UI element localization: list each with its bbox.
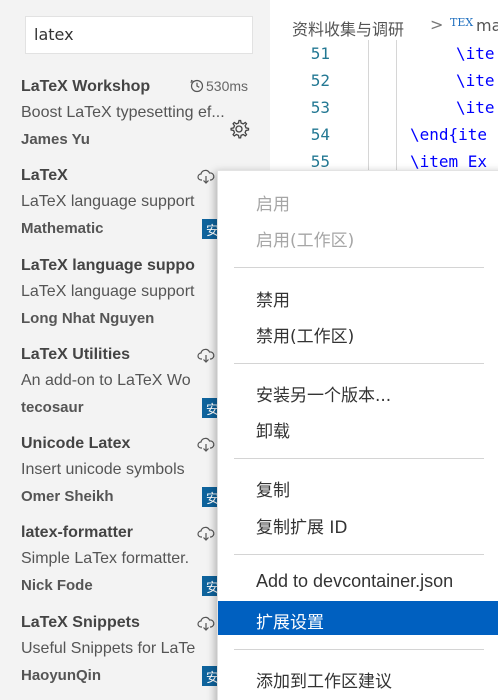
extension-author: Long Nhat Nguyen [21, 310, 155, 327]
menu-separator [234, 363, 484, 364]
extension-description: An add-on to LaTeX Wo [21, 372, 191, 389]
menu-item-disable[interactable]: 禁用 [218, 279, 498, 313]
menu-item-enable-workspace[interactable]: 启用(工作区) [218, 219, 498, 253]
menu-separator [234, 458, 484, 459]
extension-search-input[interactable]: latex [25, 16, 253, 54]
gear-icon[interactable] [228, 118, 250, 140]
menu-separator [234, 649, 484, 650]
code-line: 53 \ite [270, 98, 498, 125]
menu-item-uninstall[interactable]: 卸载 [218, 410, 498, 444]
extension-description: Insert unicode symbols [21, 461, 185, 478]
menu-item-copy-extension-id[interactable]: 复制扩展 ID [218, 506, 498, 540]
line-number: 53 [310, 98, 330, 117]
search-input-value: latex [34, 25, 74, 44]
line-number: 55 [310, 152, 330, 171]
menu-item-label: 启用 [256, 195, 290, 215]
extension-name: LaTeX language suppo [21, 257, 195, 274]
code-text: \ite [456, 98, 495, 117]
extension-author: James Yu [21, 131, 90, 148]
menu-item-extension-settings[interactable]: 扩展设置 [218, 601, 498, 635]
tex-file-icon: TEX [450, 16, 474, 29]
extension-name: LaTeX Utilities [21, 346, 131, 363]
extension-author: Nick Fode [21, 577, 93, 594]
extension-name: LaTeX Workshop [21, 78, 151, 95]
menu-item-label: Add to devcontainer.json [256, 571, 454, 591]
menu-item-copy[interactable]: 复制 [218, 469, 498, 503]
extension-name: LaTeX Snippets [21, 614, 140, 631]
extension-context-menu: 启用 启用(工作区) 禁用 禁用(工作区) 安装另一个版本... 卸载 复制 复… [217, 170, 498, 700]
menu-item-label: 禁用(工作区) [256, 327, 355, 347]
code-line: 52 \ite [270, 71, 498, 98]
code-text: \end{ite [410, 125, 488, 144]
extension-item-latex-workshop[interactable]: LaTeX Workshop 530ms Boost LaTeX typeset… [0, 78, 270, 167]
cloud-download-icon [197, 348, 215, 363]
line-number: 54 [310, 125, 330, 144]
menu-item-label: 启用(工作区) [256, 231, 355, 251]
menu-item-label: 复制 [256, 481, 290, 501]
extension-author: tecosaur [21, 399, 84, 416]
line-number: 51 [310, 44, 330, 63]
menu-item-install-another-version[interactable]: 安装另一个版本... [218, 374, 498, 408]
cloud-download-icon [197, 437, 215, 452]
menu-item-label: 添加到工作区建议 [256, 672, 392, 692]
activation-time: 530ms [190, 78, 248, 94]
cloud-download-icon [197, 616, 215, 631]
menu-item-label: 安装另一个版本... [256, 386, 392, 406]
menu-item-label: 扩展设置 [256, 613, 324, 633]
activation-time-value: 530ms [206, 78, 249, 94]
cloud-download-icon [197, 526, 215, 541]
code-text: \ite [456, 71, 495, 90]
menu-separator [234, 554, 484, 555]
menu-item-label: 复制扩展 ID [256, 518, 348, 538]
code-text: \ite [456, 44, 495, 63]
menu-item-disable-workspace[interactable]: 禁用(工作区) [218, 315, 498, 349]
extension-name: latex-formatter [21, 524, 134, 541]
extension-description: LaTeX language support [21, 193, 195, 210]
extension-author: HaoyunQin [21, 667, 102, 684]
menu-item-label: 禁用 [256, 291, 290, 311]
extension-description: Boost LaTeX typesetting ef... [21, 104, 225, 121]
menu-item-label: 卸载 [256, 422, 290, 442]
extension-name: LaTeX [21, 167, 68, 184]
extension-description: Simple LaTex formatter. [21, 550, 190, 567]
breadcrumb-folder[interactable]: 资料收集与调研 [292, 16, 404, 40]
code-text: \item Ex [410, 152, 488, 171]
extension-description: Useful Snippets for LaTe [21, 640, 196, 657]
menu-item-add-to-workspace-recommendations[interactable]: 添加到工作区建议 [218, 660, 498, 694]
extension-description: LaTeX language support [21, 283, 195, 300]
code-line: 51 \ite [270, 44, 498, 71]
menu-item-add-to-devcontainer[interactable]: Add to devcontainer.json [218, 565, 498, 599]
breadcrumb-file[interactable]: ma [476, 16, 498, 35]
extension-author: Mathematic [21, 220, 104, 237]
line-number: 52 [310, 71, 330, 90]
extension-name: Unicode Latex [21, 435, 131, 452]
clock-icon [190, 79, 204, 93]
menu-separator [234, 267, 484, 268]
code-line: 54 \end{ite [270, 125, 498, 152]
menu-item-enable[interactable]: 启用 [218, 183, 498, 217]
breadcrumb-separator: > [430, 15, 444, 34]
cloud-download-icon [197, 169, 215, 184]
extension-author: Omer Sheikh [21, 488, 114, 505]
breadcrumb: 资料收集与调研 > TEX ma [270, 0, 498, 40]
